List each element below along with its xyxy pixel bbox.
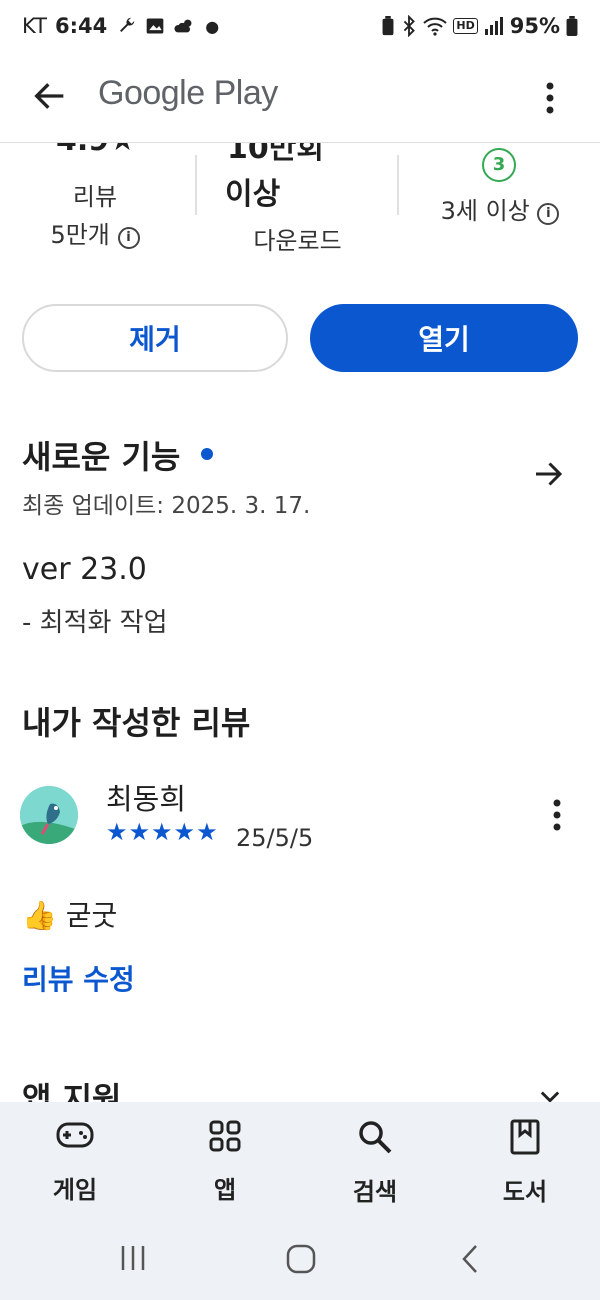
hd-badge: HD <box>453 18 478 34</box>
rating-value: 4.9★ <box>56 143 136 158</box>
open-button[interactable]: 열기 <box>310 304 578 372</box>
bottom-nav: 게임 앱 검색 도서 <box>0 1102 600 1300</box>
apps-grid-icon <box>209 1120 241 1152</box>
back-button[interactable] <box>30 76 74 120</box>
nav-label-games: 게임 <box>52 1176 98 1204</box>
nav-item-games[interactable]: 게임 <box>15 1118 135 1205</box>
nav-label-search: 검색 <box>352 1178 398 1206</box>
new-indicator-dot <box>201 448 214 460</box>
review-text-row: 👍 굳굿 <box>22 894 117 934</box>
avatar-bird-icon <box>20 786 78 844</box>
whats-new-title: 새로운 기능 <box>22 438 181 476</box>
recent-apps-icon[interactable] <box>118 1242 148 1274</box>
bluetooth-icon <box>404 15 416 37</box>
stat-divider <box>195 155 197 215</box>
nav-item-books[interactable]: 도서 <box>465 1118 585 1207</box>
age-rating-label: 3세 이상 <box>440 197 530 225</box>
wifi-icon <box>423 17 448 36</box>
review-more-button[interactable] <box>542 796 572 836</box>
whats-new-title-row: 새로운 기능 <box>22 432 214 478</box>
uninstall-button[interactable]: 제거 <box>22 304 288 372</box>
stats-row: 4.9★ 리뷰 5만개 i 10만회 이상 다운로드 3 3세 이상 i <box>0 143 600 263</box>
nav-label-apps: 앱 <box>213 1176 237 1204</box>
nav-label-books: 도서 <box>502 1178 548 1206</box>
nav-item-apps[interactable]: 앱 <box>165 1118 285 1205</box>
downloads-suffix: 이상 <box>225 177 281 212</box>
nav-item-search[interactable]: 검색 <box>315 1118 435 1207</box>
review-author: 최동희 <box>106 782 187 816</box>
review-date: 25/5/5 <box>236 824 314 852</box>
book-icon <box>510 1119 540 1155</box>
reviews-count: 5만개 <box>50 221 110 249</box>
arrow-right-icon <box>536 462 563 486</box>
arrow-left-icon <box>34 83 64 109</box>
review-stars: ★★★★★ <box>106 818 219 846</box>
more-menu-button[interactable] <box>534 76 566 120</box>
battery-percent: 95% <box>509 14 560 38</box>
stat-divider <box>397 155 399 215</box>
signal-icon <box>484 17 503 35</box>
home-icon[interactable] <box>284 1242 318 1276</box>
version-text: ver 23.0 <box>22 552 147 587</box>
review-avatar <box>20 786 78 844</box>
app-support-header[interactable]: 앱 지원 <box>0 1060 600 1102</box>
reviews-label: 리뷰 <box>72 183 118 211</box>
wrench-icon <box>120 17 135 32</box>
app-support-title: 앱 지원 <box>22 1080 122 1102</box>
age-rating-row: 3세 이상 i <box>420 191 580 226</box>
age-rating-stat[interactable]: 3 3세 이상 i <box>420 143 580 263</box>
my-review-title: 내가 작성한 리뷰 <box>22 704 251 742</box>
time-label: 6:44 <box>54 14 108 38</box>
weather-icon <box>174 19 192 33</box>
info-icon: i <box>537 203 560 225</box>
battery-icon <box>566 16 578 36</box>
info-icon: i <box>117 227 140 249</box>
battery-saver-icon <box>382 16 394 36</box>
chevron-down-icon <box>540 1091 560 1102</box>
whats-new-header[interactable]: 새로운 기능 최종 업데이트: 2025. 3. 17. <box>22 432 578 522</box>
more-vert-icon <box>553 799 561 831</box>
downloads-label: 다운로드 <box>253 227 342 255</box>
status-left: KT 6:44 ● <box>22 14 219 38</box>
thumbs-up-emoji: 👍 <box>22 899 57 932</box>
rating-stat: 4.9★ 리뷰 5만개 i <box>20 143 170 263</box>
downloads-value: 10만회 <box>227 143 324 166</box>
downloads-stat: 10만회 이상 다운로드 <box>215 143 375 263</box>
status-right: HD 95% <box>381 14 578 38</box>
release-notes: - 최적화 작업 <box>22 608 168 638</box>
more-vert-icon <box>546 82 554 114</box>
app-bar-title: Google Play <box>98 74 278 112</box>
system-back-icon[interactable] <box>456 1242 482 1276</box>
review-text: 굳굿 <box>65 899 118 932</box>
notification-dot-icon: ● <box>205 16 220 36</box>
carrier-label: KT <box>22 14 47 38</box>
age-rating-badge: 3 <box>482 148 516 182</box>
image-icon <box>146 18 164 34</box>
edit-review-link[interactable]: 리뷰 수정 <box>22 958 135 998</box>
last-updated: 최종 업데이트: 2025. 3. 17. <box>22 493 311 519</box>
app-bar: Google Play <box>0 56 600 143</box>
search-icon <box>359 1121 392 1154</box>
reviews-count-row[interactable]: 5만개 i <box>20 215 170 250</box>
gamepad-icon <box>56 1122 94 1148</box>
status-bar: KT 6:44 ● HD 95% <box>0 0 600 56</box>
